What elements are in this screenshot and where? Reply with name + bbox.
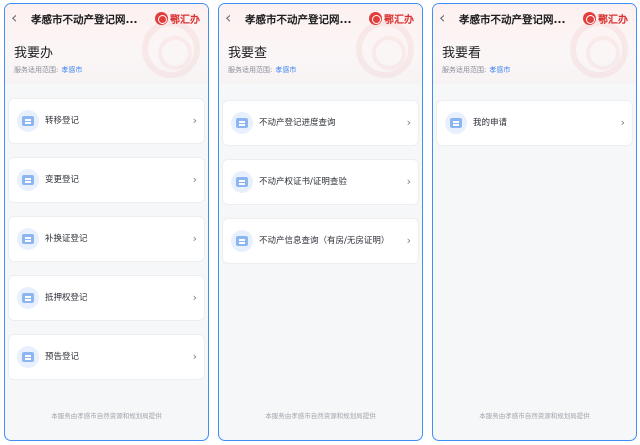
app-logo: 鄂汇办	[155, 10, 200, 26]
scope-label: 服务适用范围:	[442, 66, 487, 74]
provider-footer: 本服务由孝感市自然资源和规划局提供	[479, 412, 590, 420]
service-scope: 服务适用范围: 孝感市	[228, 65, 296, 75]
logo-icon	[583, 11, 596, 25]
nav-bar: ‹ 孝感市不动产登记网... 鄂汇办	[433, 4, 636, 34]
provider-footer: 本服务由孝感市自然资源和规划局提供	[51, 412, 162, 420]
document-icon	[231, 112, 253, 134]
logo-icon	[369, 11, 382, 25]
service-item-transfer[interactable]: 转移登记 ›	[9, 99, 204, 143]
nav-bar: ‹ 孝感市不动产登记网... 鄂汇办	[219, 4, 422, 34]
logo-icon	[155, 11, 168, 25]
view-item-label: 我的申请	[473, 118, 508, 128]
service-item-label: 预告登记	[45, 352, 80, 362]
nav-title: 孝感市不动产登记网...	[459, 14, 566, 26]
page-title: 我要看	[442, 46, 482, 61]
document-icon	[17, 228, 39, 250]
query-item-certificate-verify[interactable]: 不动产权证书/证明查验 ›	[223, 160, 418, 204]
service-item-label: 抵押权登记	[45, 293, 88, 303]
service-scope: 服务适用范围: 孝感市	[14, 65, 82, 75]
document-icon	[17, 169, 39, 191]
back-arrow-icon[interactable]: ‹	[11, 10, 25, 26]
page-title: 我要查	[228, 46, 268, 61]
logo-text: 鄂汇办	[170, 14, 200, 26]
chevron-right-icon: ›	[620, 116, 625, 129]
logo-text: 鄂汇办	[598, 14, 628, 26]
service-item-reissue[interactable]: 补换证登记 ›	[9, 217, 204, 261]
scope-label: 服务适用范围:	[14, 66, 59, 74]
scope-value: 孝感市	[61, 66, 83, 74]
document-icon	[445, 112, 467, 134]
query-item-property-info[interactable]: 不动产信息查询（有房/无房证明） ›	[223, 219, 418, 263]
service-item-mortgage[interactable]: 抵押权登记 ›	[9, 276, 204, 320]
service-scope: 服务适用范围: 孝感市	[442, 65, 510, 75]
panel-woyaoban: ‹ 孝感市不动产登记网... 鄂汇办 我要办 服务适用范围: 孝感市 转移登记 ›…	[4, 3, 209, 441]
chevron-right-icon: ›	[406, 175, 411, 188]
panel-woyaocha: ‹ 孝感市不动产登记网... 鄂汇办 我要查 服务适用范围: 孝感市 不动产登记进…	[218, 3, 423, 441]
page-title: 我要办	[14, 46, 54, 61]
nav-title: 孝感市不动产登记网...	[245, 14, 352, 26]
scope-label: 服务适用范围:	[228, 66, 273, 74]
app-logo: 鄂汇办	[583, 10, 628, 26]
chevron-right-icon: ›	[192, 350, 197, 363]
chevron-right-icon: ›	[192, 114, 197, 127]
chevron-right-icon: ›	[192, 232, 197, 245]
service-item-advance-notice[interactable]: 预告登记 ›	[9, 335, 204, 379]
query-item-label: 不动产信息查询（有房/无房证明）	[259, 236, 390, 246]
service-item-change[interactable]: 变更登记 ›	[9, 158, 204, 202]
service-item-label: 转移登记	[45, 116, 80, 126]
query-item-progress[interactable]: 不动产登记进度查询 ›	[223, 101, 418, 145]
view-item-my-applications[interactable]: 我的申请 ›	[437, 101, 632, 145]
panel-woyaokan: ‹ 孝感市不动产登记网... 鄂汇办 我要看 服务适用范围: 孝感市 我的申请 ›…	[432, 3, 637, 441]
document-icon	[17, 110, 39, 132]
chevron-right-icon: ›	[406, 234, 411, 247]
query-item-label: 不动产权证书/证明查验	[259, 177, 347, 187]
document-icon	[231, 230, 253, 252]
document-icon	[231, 171, 253, 193]
back-arrow-icon[interactable]: ‹	[439, 10, 453, 26]
service-item-label: 补换证登记	[45, 234, 88, 244]
chevron-right-icon: ›	[406, 116, 411, 129]
document-icon	[17, 346, 39, 368]
nav-bar: ‹ 孝感市不动产登记网... 鄂汇办	[5, 4, 208, 34]
back-arrow-icon[interactable]: ‹	[225, 10, 239, 26]
query-item-label: 不动产登记进度查询	[259, 118, 336, 128]
chevron-right-icon: ›	[192, 173, 197, 186]
logo-text: 鄂汇办	[384, 14, 414, 26]
provider-footer: 本服务由孝感市自然资源和规划局提供	[265, 412, 376, 420]
chevron-right-icon: ›	[192, 291, 197, 304]
app-logo: 鄂汇办	[369, 10, 414, 26]
scope-value: 孝感市	[275, 66, 297, 74]
service-item-label: 变更登记	[45, 175, 80, 185]
scope-value: 孝感市	[489, 66, 511, 74]
document-icon	[17, 287, 39, 309]
nav-title: 孝感市不动产登记网...	[31, 14, 138, 26]
